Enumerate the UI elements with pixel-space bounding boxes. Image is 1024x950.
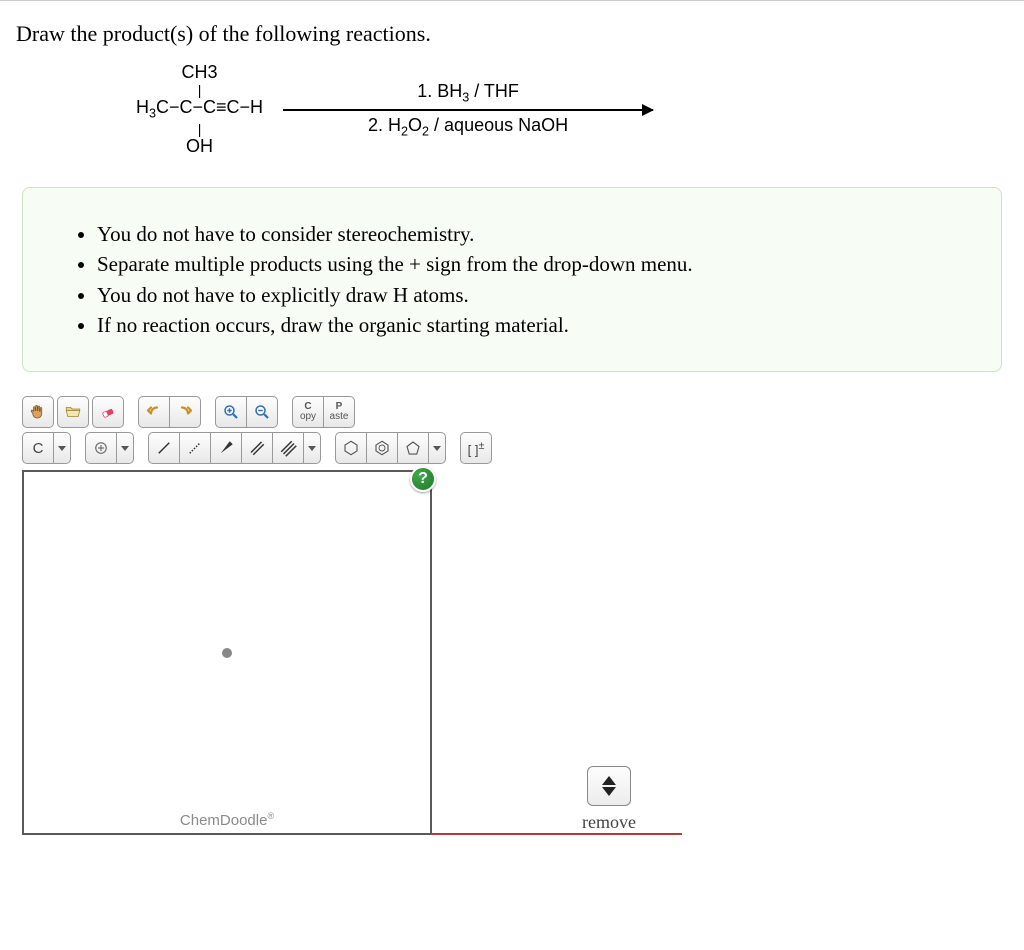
pan-tool-button[interactable] xyxy=(22,396,54,428)
single-bond-icon xyxy=(155,439,173,457)
eraser-icon xyxy=(99,403,117,421)
undo-icon xyxy=(145,403,163,421)
redo-button[interactable] xyxy=(169,396,201,428)
double-bond-button[interactable] xyxy=(241,432,273,464)
structure-count-stepper[interactable] xyxy=(587,766,631,806)
toolbar-row-2: C xyxy=(22,432,682,464)
triple-bond-button[interactable] xyxy=(272,432,304,464)
structure-oh: OH xyxy=(136,137,263,157)
dotted-bond-button[interactable] xyxy=(179,432,211,464)
charge-tool-button[interactable]: [ ]± xyxy=(460,432,492,464)
chevron-down-icon xyxy=(58,446,66,451)
element-picker-button[interactable]: C xyxy=(22,432,54,464)
wedge-bond-button[interactable] xyxy=(210,432,242,464)
open-file-button[interactable] xyxy=(57,396,89,428)
instruction-item: You do not have to explicitly draw H ato… xyxy=(97,281,971,309)
hand-icon xyxy=(29,403,47,421)
triple-bond-icon xyxy=(279,439,297,457)
arrow-line xyxy=(283,109,653,111)
structure-ch3: CH3 xyxy=(136,63,263,83)
wedge-solid-icon xyxy=(217,439,235,457)
instruction-item: Separate multiple products using the + s… xyxy=(97,250,971,278)
reactant-structure: CH3 | H3C−C−C≡C−H | OH xyxy=(136,63,263,157)
add-atom-button[interactable] xyxy=(85,432,117,464)
benzene-icon xyxy=(373,439,391,457)
plus-circle-icon xyxy=(92,439,110,457)
cyclopentane-button[interactable] xyxy=(397,432,429,464)
help-button[interactable]: ? xyxy=(410,466,436,492)
toolbar-row-1: Copy Paste xyxy=(22,396,682,428)
paste-button[interactable]: Paste xyxy=(323,396,355,428)
benzene-button[interactable] xyxy=(366,432,398,464)
pentagon-icon xyxy=(404,439,422,457)
zoom-out-button[interactable] xyxy=(246,396,278,428)
double-bond-icon xyxy=(248,439,266,457)
zoom-in-icon xyxy=(222,403,240,421)
chevron-down-icon xyxy=(433,446,441,451)
copy-button[interactable]: Copy xyxy=(292,396,324,428)
chemdoodle-brand: ChemDoodle® xyxy=(180,811,274,829)
undo-button[interactable] xyxy=(138,396,170,428)
erase-button[interactable] xyxy=(92,396,124,428)
redo-icon xyxy=(176,403,194,421)
instructions-panel: You do not have to consider stereochemis… xyxy=(22,187,1002,372)
folder-open-icon xyxy=(64,403,82,421)
hexagon-icon xyxy=(342,439,360,457)
reaction-arrow: 1. BH3 / THF 2. H2O2 / aqueous NaOH xyxy=(283,81,653,138)
dotted-bond-icon xyxy=(186,439,204,457)
element-picker-dropdown[interactable] xyxy=(53,432,71,464)
bond-dropdown[interactable] xyxy=(303,432,321,464)
instruction-item: If no reaction occurs, draw the organic … xyxy=(97,311,971,339)
question-prompt: Draw the product(s) of the following rea… xyxy=(16,21,1008,47)
zoom-in-button[interactable] xyxy=(215,396,247,428)
reagent-step-2: 2. H2O2 / aqueous NaOH xyxy=(283,115,653,139)
chevron-down-icon xyxy=(121,446,129,451)
reagent-step-1: 1. BH3 / THF xyxy=(283,81,653,105)
chevron-up-icon xyxy=(602,776,616,785)
chevron-down-icon xyxy=(308,446,316,451)
structure-main-chain: H3C−C−C≡C−H xyxy=(136,98,263,121)
canvas-seed-atom[interactable] xyxy=(222,648,232,658)
add-atom-dropdown[interactable] xyxy=(116,432,134,464)
remove-label[interactable]: remove xyxy=(582,812,636,833)
chemdoodle-editor: Copy Paste C xyxy=(22,396,682,835)
cyclohexane-button[interactable] xyxy=(335,432,367,464)
reaction-scheme: CH3 | H3C−C−C≡C−H | OH 1. BH3 / THF 2. H… xyxy=(136,63,1008,157)
drawing-canvas[interactable]: ? ChemDoodle® xyxy=(22,470,432,835)
ring-dropdown[interactable] xyxy=(428,432,446,464)
single-bond-button[interactable] xyxy=(148,432,180,464)
instruction-item: You do not have to consider stereochemis… xyxy=(97,220,971,248)
zoom-out-icon xyxy=(253,403,271,421)
chevron-down-icon xyxy=(602,787,616,796)
